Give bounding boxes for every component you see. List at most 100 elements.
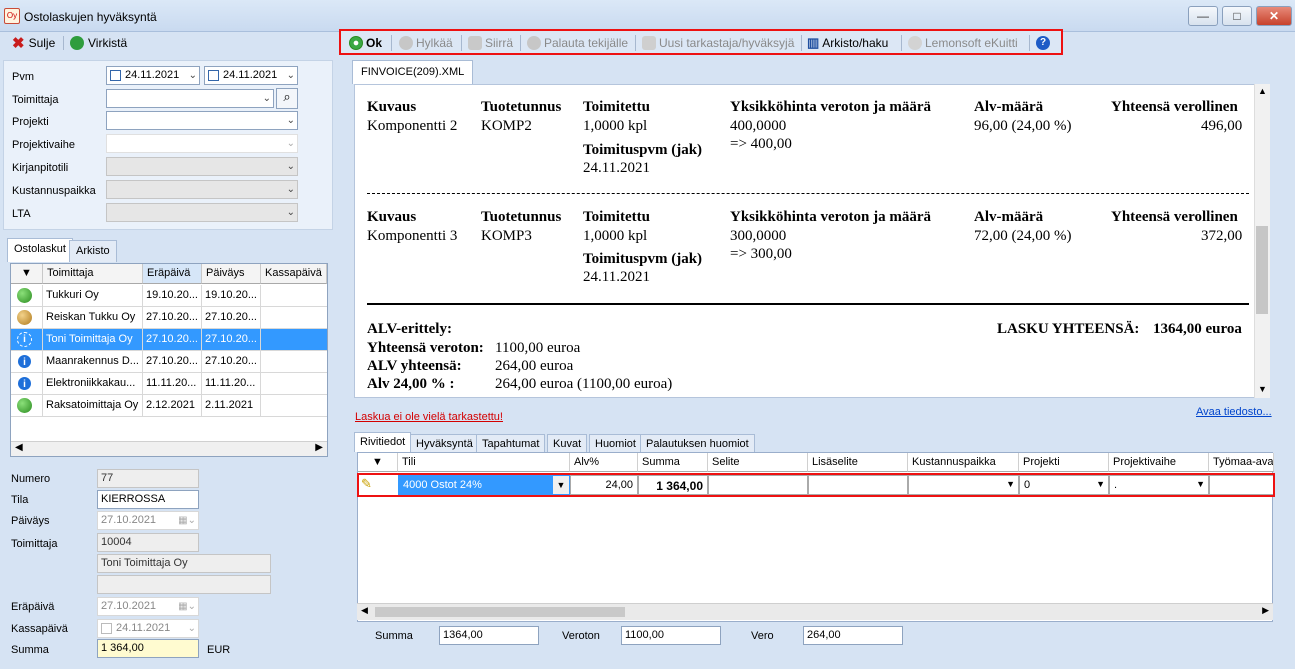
chevron-down-icon[interactable]: ⌄ [188,620,196,637]
calendar-icon[interactable]: ▦⌄ [178,512,196,529]
veroton-field: 1100,00 [621,626,721,645]
item-total: 496,00 [1201,118,1243,134]
item-qty: 1,0000 kpl [583,118,648,134]
chevron-down-icon[interactable]: ⌄ [287,67,295,84]
scroll-down-icon[interactable]: ▼ [1258,384,1267,394]
refresh-icon [70,36,84,50]
doc-col-toimitettu: Toimitettu [583,209,650,225]
search-icon[interactable]: ⌕ [276,88,298,109]
invoice-list: ▼ Toimittaja Eräpäivä Päiväys Kassapäivä… [10,263,328,457]
cost-center-select[interactable]: ⌄ [106,180,298,199]
vat-total-label: ALV yhteensä: [367,358,462,374]
chevron-down-icon[interactable]: ⌄ [287,112,295,129]
chevron-down-icon[interactable]: ⌄ [287,135,295,152]
account-select[interactable]: ⌄ [106,157,298,176]
column-header[interactable]: Tili [398,453,570,472]
column-header[interactable]: Eräpäivä [143,264,202,284]
column-header[interactable]: Alv% [570,453,638,472]
maximize-button[interactable]: □ [1222,6,1252,26]
tab-palautuksen-huomiot[interactable]: Palautuksen huomiot [640,434,755,452]
date-to-picker[interactable]: 24.11.2021 ⌄ [204,66,298,85]
scroll-up-icon[interactable]: ▲ [1258,86,1267,96]
date-cell: 2.11.2021 [202,395,261,417]
chevron-down-icon[interactable]: ⌄ [263,90,271,107]
scroll-right-icon[interactable]: ▶ [315,442,323,453]
open-file-link[interactable]: Avaa tiedosto... [1196,406,1272,418]
table-row[interactable]: Tukkuri Oy 19.10.20... 19.10.20... [11,285,327,307]
tab-tapahtumat[interactable]: Tapahtumat [476,434,546,452]
tab-ostolaskut[interactable]: Ostolaskut [7,238,73,262]
return-to-creator-button[interactable]: Palauta tekijälle [527,34,628,52]
scrollbar-thumb[interactable] [375,607,625,617]
column-header[interactable]: Selite [708,453,808,472]
chevron-down-icon[interactable]: ⌄ [287,158,295,175]
date-from-picker[interactable]: 24.11.2021 ⌄ [106,66,200,85]
scrollbar-thumb[interactable] [1256,226,1268,314]
date-cell: 19.10.20... [202,285,261,307]
checkbox[interactable] [208,70,219,81]
column-header[interactable]: Summa [638,453,708,472]
column-header[interactable]: Kassapäivä [261,264,327,284]
project-phase-select[interactable]: ⌄ [106,134,298,153]
paivays-picker[interactable]: 27.10.2021 ▦⌄ [97,511,199,530]
refresh-button[interactable]: Virkistä [70,33,127,53]
help-button[interactable]: ? [1036,34,1050,52]
scroll-left-icon[interactable]: ◀ [15,442,23,453]
close-window-button[interactable]: ✕ [1256,6,1292,26]
supplier-select[interactable]: ⌄ [106,89,274,108]
column-header[interactable]: Päiväys [202,264,261,284]
ok-button[interactable]: Ok [349,34,382,52]
archive-search-button[interactable]: ▥ Arkisto/haku [807,34,888,52]
scroll-left-icon[interactable]: ◀ [361,605,368,616]
checkbox[interactable] [110,70,121,81]
reject-button[interactable]: Hylkää [399,34,453,52]
close-button[interactable]: ✖ Sulje [12,33,55,53]
project-select[interactable]: ⌄ [106,111,298,130]
scroll-right-icon[interactable]: ▶ [1262,605,1269,616]
erapaiva-picker[interactable]: 27.10.2021 ▦⌄ [97,597,199,616]
column-header[interactable]: Projekti [1019,453,1109,472]
ekuitti-button[interactable]: Lemonsoft eKuitti [908,34,1018,52]
column-header[interactable]: Kustannuspaikka [908,453,1019,472]
erapaiva-value: 27.10.2021 [101,600,157,612]
date-cell: 27.10.20... [202,307,261,329]
tab-huomiot[interactable]: Huomiot [589,434,642,452]
info-icon: i [17,332,32,347]
close-x-icon: ✖ [12,35,25,52]
date-cell: 27.10.20... [202,329,261,351]
table-row[interactable]: i Elektroniikkakau... 11.11.20... 11.11.… [11,373,327,395]
kassapaiva-value: 24.11.2021 [116,622,171,634]
table-row[interactable]: Reiskan Tukku Oy 27.10.20... 27.10.20... [11,307,327,329]
table-row-selected[interactable]: i Toni Toimittaja Oy 27.10.20... 27.10.2… [11,329,327,351]
filter-icon[interactable]: ▼ [11,264,43,284]
tab-rivitiedot[interactable]: Rivitiedot [354,432,412,452]
archive-label: Arkisto/haku [822,36,889,50]
tab-arkisto[interactable]: Arkisto [69,240,117,262]
calendar-icon[interactable]: ▦⌄ [178,598,196,615]
table-row[interactable]: Raksatoimittaja Oy 2.12.2021 2.11.2021 [11,395,327,417]
kassapaiva-picker[interactable]: 24.11.2021 ⌄ [97,619,199,638]
checkbox[interactable] [101,623,112,634]
new-reviewer-button[interactable]: Uusi tarkastaja/hyväksyjä [642,34,794,52]
info-icon: i [18,377,31,390]
item-vat: 96,00 (24,00 %) [974,118,1072,134]
move-button[interactable]: Siirrä [468,34,513,52]
chevron-down-icon[interactable]: ⌄ [287,204,295,221]
tab-kuvat[interactable]: Kuvat [547,434,588,452]
chevron-down-icon[interactable]: ⌄ [287,181,295,198]
column-header[interactable]: Projektivaihe [1109,453,1209,472]
tab-hyvaksynta[interactable]: Hyväksyntä [410,434,479,452]
horizontal-scrollbar[interactable]: ◀ ▶ [357,603,1273,620]
horizontal-scrollbar[interactable]: ◀ ▶ [11,441,327,456]
column-header[interactable]: Toimittaja [43,264,143,284]
column-header[interactable]: Lisäselite [808,453,908,472]
tab-finvoice[interactable]: FINVOICE(209).XML [352,60,474,84]
minimize-button[interactable]: — [1188,6,1218,26]
lta-select[interactable]: ⌄ [106,203,298,222]
column-header[interactable]: Työmaa-ava [1209,453,1274,472]
chevron-down-icon[interactable]: ⌄ [189,67,197,84]
table-row[interactable]: i Maanrakennus D... 27.10.20... 27.10.20… [11,351,327,373]
due-cell: 11.11.20... [143,373,202,395]
ok-icon [349,36,363,50]
filter-icon[interactable]: ▼ [358,453,398,472]
